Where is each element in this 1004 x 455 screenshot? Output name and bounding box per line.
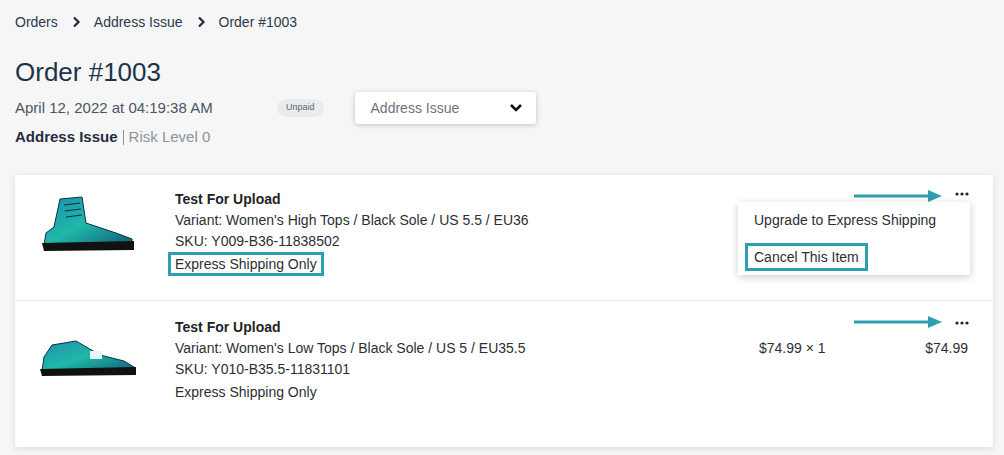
annotation-arrow-icon bbox=[852, 314, 944, 330]
payment-badge: Unpaid bbox=[277, 99, 324, 117]
order-meta-row: April 12, 2022 at 04:19:38 AMUnpaid Addre… bbox=[15, 92, 989, 124]
item-details: Test For UploadVariant: Women's Low Tops… bbox=[175, 317, 526, 425]
shipping-wrap: Express Shipping Only bbox=[175, 380, 526, 404]
chevron-down-icon bbox=[509, 103, 523, 113]
item-menu: Upgrade to Express Shipping Cancel This I… bbox=[738, 202, 970, 275]
item-total: $74.99 bbox=[925, 338, 968, 359]
low-top-shoe-icon bbox=[38, 321, 138, 381]
product-image bbox=[15, 189, 175, 300]
menu-option[interactable]: Cancel This Item bbox=[745, 243, 868, 271]
chevron-right-icon bbox=[196, 16, 206, 28]
high-top-shoe-icon bbox=[38, 193, 138, 253]
order-status: Address Issue bbox=[15, 128, 118, 146]
chevron-right-icon bbox=[71, 16, 81, 28]
product-image bbox=[15, 317, 175, 425]
line-items-card: Test For UploadVariant: Women's High Top… bbox=[15, 175, 993, 447]
status-line: Address Issue Risk Level 0 bbox=[15, 128, 989, 146]
status-select[interactable]: Address Issue bbox=[355, 92, 536, 124]
breadcrumb: Orders Address Issue Order #1003 bbox=[15, 0, 989, 31]
order-title: Order #1003 bbox=[15, 56, 989, 88]
breadcrumb-item[interactable]: Orders bbox=[15, 13, 58, 31]
item-price: $74.99 × 1 bbox=[759, 338, 826, 359]
more-options-icon[interactable] bbox=[955, 321, 969, 325]
shipping-note: Express Shipping Only bbox=[168, 380, 324, 404]
item-details: Test For UploadVariant: Women's High Top… bbox=[175, 189, 529, 300]
item-variant: Variant: Women's Low Tops / Black Sole /… bbox=[175, 338, 526, 359]
item-title: Test For Upload bbox=[175, 317, 526, 338]
shipping-wrap: Express Shipping Only bbox=[175, 252, 529, 276]
more-options-icon[interactable] bbox=[955, 192, 969, 196]
line-item-row: Test For UploadVariant: Women's High Top… bbox=[15, 175, 993, 300]
item-title: Test For Upload bbox=[175, 189, 529, 210]
order-date: April 12, 2022 at 04:19:38 AM bbox=[15, 97, 277, 120]
risk-level: Risk Level 0 bbox=[129, 128, 211, 146]
breadcrumb-item[interactable]: Address Issue bbox=[94, 13, 183, 31]
item-sku: SKU: Y009-B36-11838502 bbox=[175, 231, 529, 252]
item-sku: SKU: Y010-B35.5-11831101 bbox=[175, 359, 526, 380]
shipping-note: Express Shipping Only bbox=[168, 252, 324, 276]
divider bbox=[123, 130, 124, 145]
menu-option[interactable]: Upgrade to Express Shipping bbox=[745, 206, 945, 234]
item-variant: Variant: Women's High Tops / Black Sole … bbox=[175, 210, 529, 231]
line-item-row: Test For UploadVariant: Women's Low Tops… bbox=[15, 300, 993, 425]
status-select-value: Address Issue bbox=[371, 98, 460, 119]
breadcrumb-item[interactable]: Order #1003 bbox=[219, 13, 298, 31]
